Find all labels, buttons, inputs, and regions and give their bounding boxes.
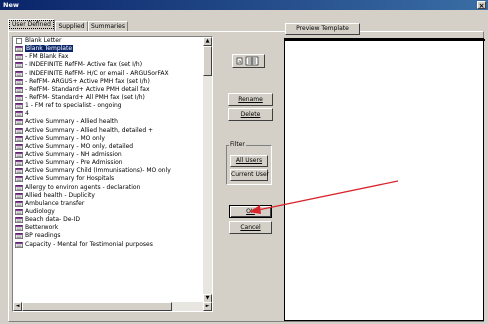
tab-user-defined[interactable]: User Defined: [8, 19, 55, 31]
annotation-arrow: [249, 180, 399, 214]
tab-user-defined-label: User Defined: [9, 20, 54, 29]
